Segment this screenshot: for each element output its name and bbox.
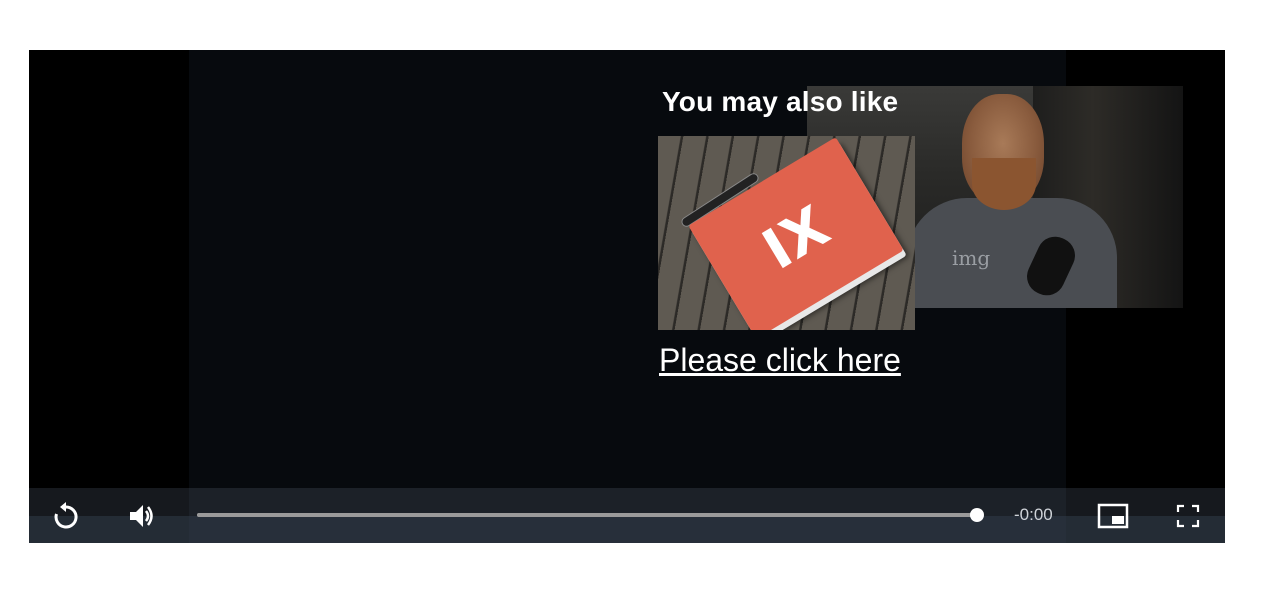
background-beard <box>972 158 1036 210</box>
time-remaining: -0:00 <box>1014 505 1053 524</box>
fullscreen-icon <box>1176 504 1200 528</box>
volume-button[interactable] <box>121 496 161 536</box>
ix-logo: IX <box>751 193 841 283</box>
picture-in-picture-icon <box>1097 503 1129 529</box>
recommendation-title: You may also like <box>662 86 899 117</box>
progress-bar[interactable] <box>197 508 984 522</box>
progress-fill <box>197 513 977 517</box>
shirt-logo-text: img <box>952 246 991 270</box>
video-player[interactable]: img You may also like IX Please click he… <box>29 50 1225 543</box>
video-frame[interactable]: img You may also like IX Please click he… <box>189 50 1183 488</box>
progress-handle[interactable] <box>970 508 984 522</box>
recommendation-link[interactable]: Please click here <box>659 342 901 379</box>
background-shirt <box>907 198 1117 308</box>
control-bar: -0:00 <box>29 488 1225 543</box>
replay-icon <box>54 502 78 529</box>
replay-button[interactable] <box>46 496 86 536</box>
volume-icon <box>130 505 153 527</box>
fullscreen-button[interactable] <box>1168 496 1208 536</box>
picture-in-picture-button[interactable] <box>1093 496 1133 536</box>
notebook-image: IX <box>688 137 904 330</box>
recommendation-thumbnail[interactable]: IX <box>658 136 915 330</box>
